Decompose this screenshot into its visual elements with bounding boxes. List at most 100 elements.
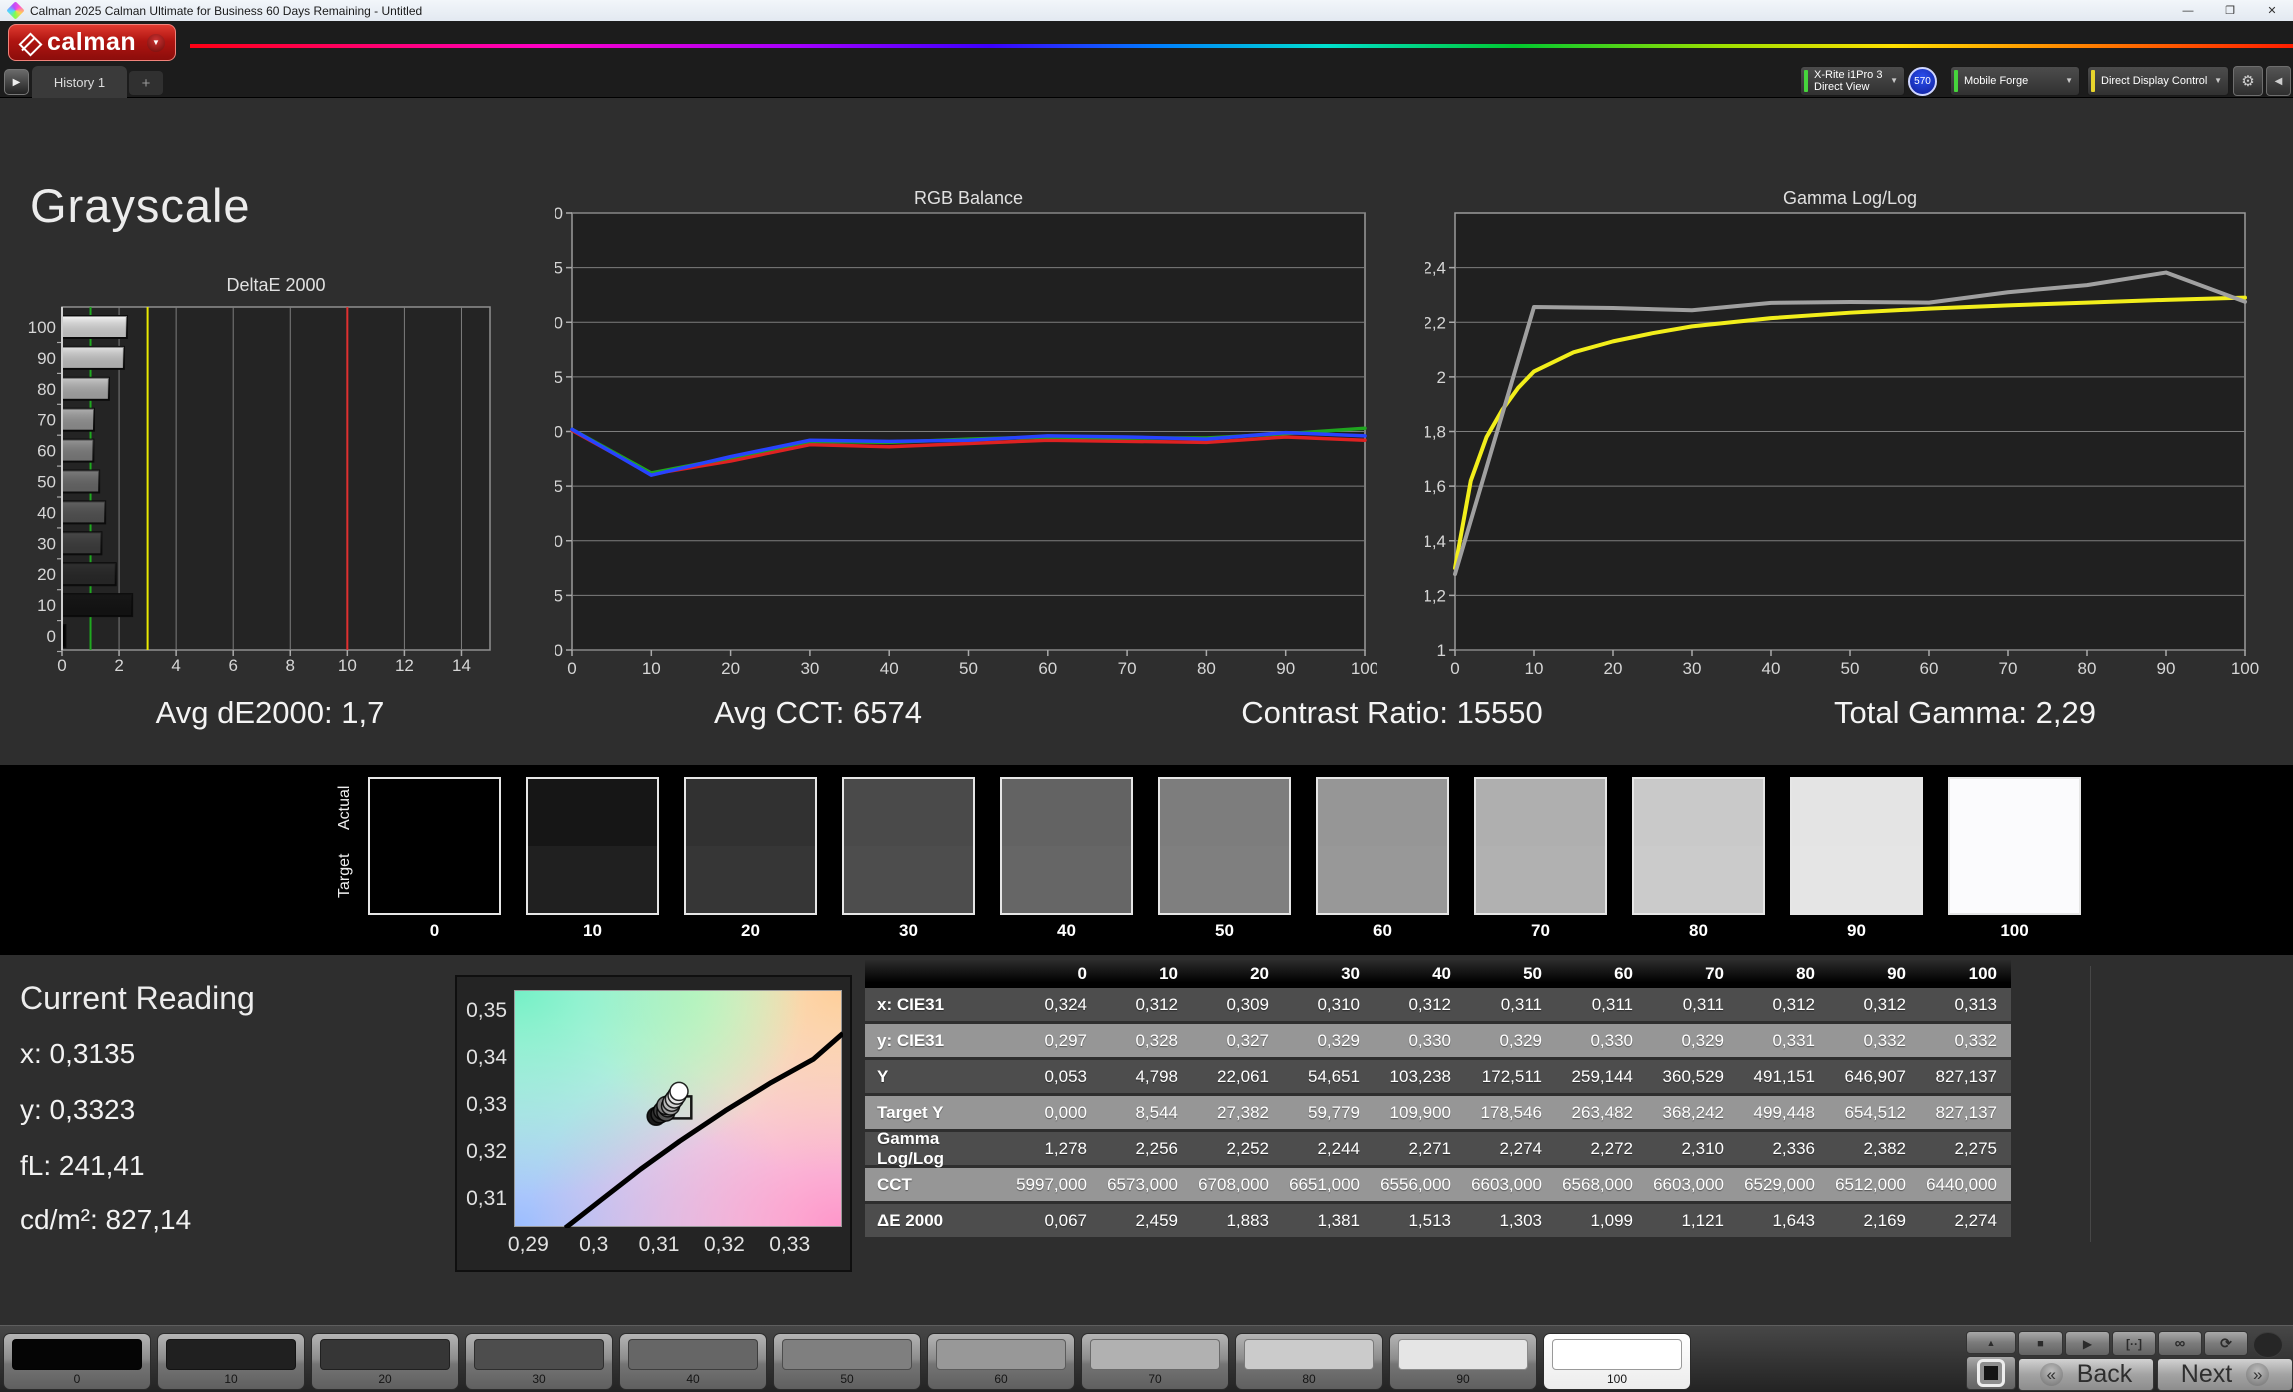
table-cell: 2,336 [1738,1132,1829,1168]
pattern-swatch [936,1339,1066,1370]
table-cell: 1,513 [1374,1204,1465,1240]
status-indicator [2253,1332,2283,1358]
axis-label: 85 [555,586,563,605]
deltae-bar-shade [62,563,116,586]
pattern-swatch [1244,1339,1374,1370]
calman-app-window: Calman 2025 Calman Ultimate for Business… [0,0,2293,1392]
swatch-60 [1316,777,1449,915]
settings-button[interactable]: ⚙ [2233,66,2263,96]
pattern-level-button-30[interactable]: 30 [465,1333,613,1390]
next-button[interactable]: Next » [2157,1358,2293,1391]
table-cell: 2,271 [1374,1132,1465,1168]
table-cell: 0,311 [1556,988,1647,1024]
plus-icon: + [141,74,151,92]
series-icon: [··] [2126,1336,2142,1351]
swatch-30 [842,777,975,915]
table-col-header: 30 [1283,960,1374,988]
swatch-level-label: 90 [1847,921,1866,940]
table-corner-cell [865,960,1010,988]
table-cell: 6708,000 [1192,1168,1283,1204]
swatch-actual [1002,779,1131,846]
meter-dropdown-i1pro3[interactable]: X-Rite i1Pro 3 Direct View ▼ [1800,66,1905,96]
cie-xtick-label: 0,29 [507,1233,549,1256]
pattern-level-button-40[interactable]: 40 [619,1333,767,1390]
pattern-level-button-60[interactable]: 60 [927,1333,1075,1390]
swatch-target [1792,846,1921,913]
reading-y: y: 0,3323 [20,1094,136,1125]
tab-history-1[interactable]: History 1 [32,66,127,98]
patch-window-button[interactable] [1966,1356,2016,1390]
table-cell: 368,242 [1647,1096,1738,1132]
close-button[interactable]: ✕ [2251,0,2293,21]
axis-label: 70 [1999,659,2018,678]
stat-avg-de2000: Avg dE2000: 1,7 [155,695,385,730]
stop-button[interactable]: ■ [2018,1331,2063,1356]
table-cell: 0,331 [1738,1024,1829,1060]
pattern-level-button-90[interactable]: 90 [1389,1333,1537,1390]
cie-plot-area [514,990,843,1228]
axis-label: 40 [37,503,56,522]
axis-label: 80 [2078,659,2097,678]
swatch-target [370,846,499,913]
stat-contrast-ratio: Contrast Ratio: 15550 [1241,695,1543,730]
pattern-level-button-50[interactable]: 50 [773,1333,921,1390]
workflow-tab-bar: ▶ History 1 + X-Rite i1Pro 3 Direct View… [0,64,2293,98]
cie-xtick-label: 0,32 [703,1233,745,1256]
table-col-header: 60 [1556,960,1647,988]
pattern-bar: 0 10 20 30 40 50 60 70 80 90 100 ▲ ■ ▶ [··] ∞ ⟳ « … [0,1325,2293,1392]
pattern-level-button-80[interactable]: 80 [1235,1333,1383,1390]
swatch-actual [1950,779,2079,846]
swatch-20 [684,777,817,915]
pattern-level-button-100[interactable]: 100 [1543,1333,1691,1390]
table-cell: 0,053 [1010,1060,1101,1096]
table-col-header: 40 [1374,960,1465,988]
pattern-level-button-0[interactable]: 0 [3,1333,151,1390]
swatch-target [1002,846,1131,913]
repeat-button[interactable]: ⟳ [2204,1331,2248,1356]
axis-label: 120 [555,204,563,223]
swatch-80 [1632,777,1765,915]
play-button[interactable]: ▶ [2065,1331,2110,1356]
swatch-target [1950,846,2079,913]
table-cell: 6556,000 [1374,1168,1465,1204]
collapse-up-button[interactable]: ▲ [1966,1331,2016,1354]
table-cell: 5997,000 [1010,1168,1101,1204]
table-cell: 22,061 [1192,1060,1283,1096]
add-tab-button[interactable]: + [129,71,163,95]
back-button[interactable]: « Back [2018,1358,2154,1391]
collapse-panel-button[interactable]: ◀ [2266,66,2291,96]
axis-label: 50 [1841,659,1860,678]
maximize-button[interactable]: ❐ [2209,0,2251,21]
table-cell: 0,329 [1283,1024,1374,1060]
pattern-level-button-70[interactable]: 70 [1081,1333,1229,1390]
table-cell: 2,274 [1465,1132,1556,1168]
pattern-level-button-20[interactable]: 20 [311,1333,459,1390]
minimize-button[interactable]: — [2167,0,2209,21]
tab-scroll-button[interactable]: ▶ [4,69,29,95]
cie-chart: 0,35 0,34 0,33 0,32 0,31 0,29 0,3 0,31 0,32 0,33 [455,975,852,1272]
pattern-level-label: 60 [994,1372,1008,1386]
calman-menu-button[interactable]: calman ▼ [8,24,176,61]
table-cell: 646,907 [1829,1060,1920,1096]
meter-dropdown-mobile-forge[interactable]: Mobile Forge ▼ [1950,66,2080,96]
axis-label: 1,2 [1425,586,1446,605]
measurement-table: 0 10 20 30 40 50 60 70 80 90 100 x: CIE31 0,324 0,312… [865,960,2011,1240]
continuous-measure-button[interactable]: ∞ [2158,1331,2202,1356]
table-cell: 6512,000 [1829,1168,1920,1204]
app-header: calman ▼ [0,21,2293,64]
swatch-level-label: 80 [1689,921,1708,940]
pattern-swatch [1552,1339,1682,1370]
axis-label: 110 [555,313,563,332]
series-measure-button[interactable]: [··] [2112,1331,2156,1356]
swatch-actual [528,779,657,846]
cie-ytick-label: 0,35 [466,999,507,1023]
axis-label: 0 [57,656,66,675]
window-controls: — ❐ ✕ [2167,0,2293,21]
rainbow-spectrum-bar [190,44,2293,48]
table-cell: 0,312 [1829,988,1920,1024]
swatch-actual [844,779,973,846]
meter-count-badge[interactable]: 570 [1908,67,1937,96]
meter-dropdown-display-control[interactable]: Direct Display Control ▼ [2087,66,2229,96]
table-cell: 6529,000 [1738,1168,1829,1204]
pattern-level-button-10[interactable]: 10 [157,1333,305,1390]
